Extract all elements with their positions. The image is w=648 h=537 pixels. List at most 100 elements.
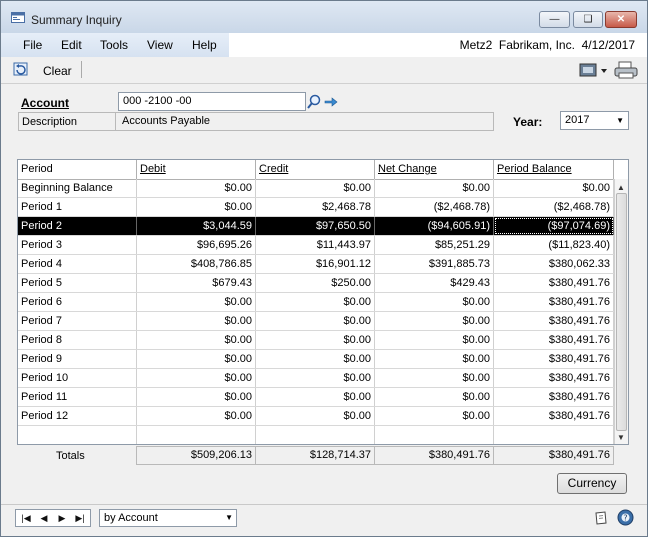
grid-scrollbar[interactable]: ▲ ▼ [614, 179, 628, 444]
title-bar: Summary Inquiry — ❑ ✕ [1, 1, 647, 34]
cell-debit: $0.00 [137, 350, 256, 368]
cell-net-change: $429.43 [375, 274, 494, 292]
first-record-icon[interactable]: |◀ [18, 511, 34, 525]
menu-edit[interactable]: Edit [61, 38, 82, 52]
table-row[interactable]: Period 2 $3,044.59 $97,650.50 ($94,605.91)(… [18, 217, 614, 236]
year-select[interactable]: 2017 ▼ [560, 111, 629, 130]
table-row[interactable]: Period 4 $408,786.85 $16,901.12 $391,885.73… [18, 255, 614, 274]
table-row[interactable]: Beginning Balance $0.00 $0.00 $0.00 $0.00 [18, 179, 614, 198]
account-field[interactable]: 000 -2100 -00 [118, 92, 306, 111]
total-period-balance: $380,491.76 [493, 446, 614, 465]
minimize-button[interactable]: — [539, 11, 570, 28]
cell-net-change: $0.00 [375, 331, 494, 349]
maximize-button[interactable]: ❑ [573, 11, 603, 28]
table-row[interactable]: Period 6 $0.00 $0.00 $0.00 $380,491.76 [18, 293, 614, 312]
scroll-down-icon[interactable]: ▼ [617, 433, 625, 442]
total-net-change: $380,491.76 [374, 446, 494, 465]
currency-button[interactable]: Currency [557, 473, 627, 494]
cell-debit: $0.00 [137, 198, 256, 216]
cell-credit: $0.00 [256, 331, 375, 349]
printer-icon[interactable] [613, 60, 639, 80]
cell-credit: $0.00 [256, 369, 375, 387]
go-arrow-icon[interactable] [323, 94, 339, 110]
cell-net-change [375, 426, 494, 444]
cell-period-balance: $380,491.76 [494, 312, 614, 330]
sort-by-select[interactable]: by Account ▼ [99, 509, 237, 527]
table-row[interactable]: Period 3 $96,695.26 $11,443.97 $85,251.29 ($… [18, 236, 614, 255]
lookup-magnifier-icon[interactable] [306, 93, 322, 110]
description-label: Description [22, 116, 78, 128]
cell-period-balance: $380,491.76 [494, 274, 614, 292]
reports-icon[interactable] [579, 61, 609, 79]
toolbar-separator [81, 61, 82, 78]
cell-credit: $2,468.78 [256, 198, 375, 216]
header-period-balance[interactable]: Period Balance [494, 160, 614, 179]
cell-credit [256, 426, 375, 444]
cell-debit: $0.00 [137, 407, 256, 425]
header-credit[interactable]: Credit [256, 160, 375, 179]
table-row[interactable]: Period 7 $0.00 $0.00 $0.00 $380,491.76 [18, 312, 614, 331]
menu-file[interactable]: File [23, 38, 42, 52]
restore-icon: ❑ [583, 14, 593, 25]
cell-net-change: $0.00 [375, 388, 494, 406]
cell-debit: $679.43 [137, 274, 256, 292]
cell-period [18, 426, 137, 444]
close-button[interactable]: ✕ [605, 11, 637, 28]
cell-net-change: $391,885.73 [375, 255, 494, 273]
note-icon[interactable] [593, 510, 609, 526]
cell-credit: $0.00 [256, 388, 375, 406]
help-icon[interactable]: ? [617, 509, 634, 526]
table-row[interactable]: Period 8 $0.00 $0.00 $0.00 $380,491.76 [18, 331, 614, 350]
cell-period: Period 4 [18, 255, 137, 273]
cell-credit: $11,443.97 [256, 236, 375, 254]
cell-net-change: $0.00 [375, 312, 494, 330]
description-row [18, 112, 494, 131]
cell-period-balance: ($11,823.40) [494, 236, 614, 254]
table-row[interactable]: Period 1 $0.00 $2,468.78 ($2,468.78) ($2,468… [18, 198, 614, 217]
table-row[interactable]: Period 9 $0.00 $0.00 $0.00 $380,491.76 [18, 350, 614, 369]
cell-period-balance: $0.00 [494, 179, 614, 197]
table-row[interactable]: Period 10 $0.00 $0.00 $0.00 $380,491.76 [18, 369, 614, 388]
cell-net-change: $0.00 [375, 369, 494, 387]
chevron-down-icon: ▼ [616, 116, 624, 125]
cell-period: Beginning Balance [18, 179, 137, 197]
table-row[interactable]: Period 12 $0.00 $0.00 $0.00 $380,491.76 [18, 407, 614, 426]
cell-credit: $16,901.12 [256, 255, 375, 273]
cell-credit: $0.00 [256, 350, 375, 368]
total-credit: $128,714.37 [255, 446, 375, 465]
cell-period-balance: $380,062.33 [494, 255, 614, 273]
clear-button[interactable]: Clear [9, 60, 75, 80]
last-record-icon[interactable]: ▶| [72, 511, 88, 525]
clear-undo-icon [13, 62, 28, 76]
table-row[interactable]: Period 5 $679.43 $250.00 $429.43 $380,491.76 [18, 274, 614, 293]
description-value: Accounts Payable [122, 115, 211, 127]
previous-record-icon[interactable]: ◀ [36, 511, 52, 525]
menu-view[interactable]: View [147, 38, 173, 52]
next-record-icon[interactable]: ▶ [54, 511, 70, 525]
header-debit[interactable]: Debit [137, 160, 256, 179]
chevron-down-icon: ▼ [225, 513, 233, 522]
menu-group: File Edit Tools View Help [1, 33, 229, 57]
cell-period-balance: $380,491.76 [494, 369, 614, 387]
header-net-change[interactable]: Net Change [375, 160, 494, 179]
scroll-up-icon[interactable]: ▲ [617, 183, 625, 192]
cell-debit: $0.00 [137, 179, 256, 197]
cell-period: Period 2 [18, 217, 137, 235]
table-row[interactable] [18, 426, 614, 444]
cell-period: Period 12 [18, 407, 137, 425]
cell-debit: $0.00 [137, 312, 256, 330]
cell-net-change: ($94,605.91) [375, 217, 494, 235]
cell-debit: $0.00 [137, 388, 256, 406]
menu-tools[interactable]: Tools [100, 38, 128, 52]
table-row[interactable]: Period 11 $0.00 $0.00 $0.00 $380,491.76 [18, 388, 614, 407]
menu-help[interactable]: Help [192, 38, 217, 52]
account-label[interactable]: Account [21, 96, 69, 110]
window-title: Summary Inquiry [31, 13, 122, 27]
total-debit: $509,206.13 [136, 446, 256, 465]
cell-debit [137, 426, 256, 444]
cell-credit: $0.00 [256, 312, 375, 330]
scroll-thumb[interactable] [616, 193, 627, 431]
sort-by-value: by Account [104, 512, 158, 524]
cell-period-balance [494, 426, 614, 444]
cell-period-balance: $380,491.76 [494, 331, 614, 349]
